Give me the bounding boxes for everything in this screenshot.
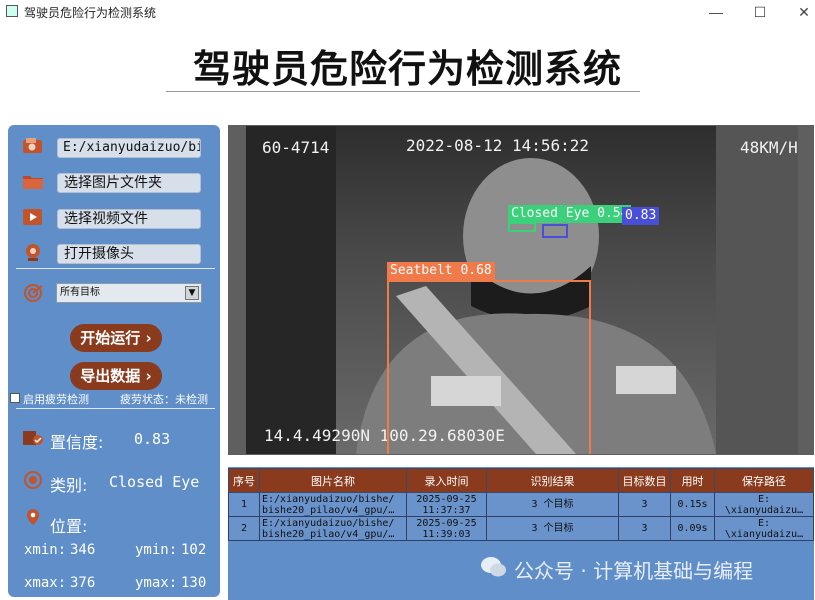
cell-entry-time: 2025-09-25 11:39:03 [406,516,487,541]
export-button[interactable]: 导出数据 › [70,362,162,390]
target-select[interactable]: 所有目标 ▼ [56,283,202,303]
detection-box-eye [542,224,568,238]
minimize-button[interactable]: — [696,1,736,23]
cell-save-path: E: \xianyudaizu… [714,492,814,517]
target-select-value: 所有目标 [60,287,100,298]
confidence-label: 置信度: [50,433,104,452]
table-row[interactable]: 1 E:/xianyudaizuo/bishe/ bishe20_pilao/v… [228,492,814,517]
detection-label-seatbelt: Seatbelt 0.68 [387,262,495,280]
image-file-icon [23,138,42,153]
col-header-result[interactable]: 识别结果 [486,468,619,493]
close-button[interactable]: ✕ [784,1,815,23]
class-label: 类别: [50,476,88,495]
app-icon [6,5,18,17]
path-input[interactable]: E:/xianyudaizuo/bis [57,138,201,158]
open-camera-button[interactable]: 打开摄像头 [57,244,201,264]
camera-icon [26,244,40,261]
maximize-button[interactable]: ☐ [740,1,780,23]
col-header-target-count[interactable]: 目标数目 [618,468,671,493]
folder-icon [23,176,43,189]
cell-target-count: 3 [618,516,671,541]
col-header-duration[interactable]: 用时 [670,468,715,493]
timestamp-text: 2022-08-12 14:56:22 [406,136,590,155]
ymax-label: ymax: [135,575,178,591]
xmin-value: 346 [70,542,96,558]
col-header-image-name[interactable]: 图片名称 [259,468,407,493]
run-button[interactable]: 开始运行 › [70,324,162,352]
select-folder-button[interactable]: 选择图片文件夹 [57,173,201,193]
class-value: Closed Eye [109,473,200,491]
detection-label-eye: 0.83 [622,207,660,225]
cell-image-name: E:/xianyudaizuo/bishe/ bishe20_pilao/v4_… [259,516,407,541]
panel-divider [16,408,215,409]
xmin-label: xmin: [24,542,67,558]
panel-divider [16,268,215,269]
ymin-label: ymin: [135,542,178,558]
target-icon [24,284,43,302]
table-header-row: 序号 图片名称 录入时间 识别结果 目标数目 用时 保存路径 [228,468,814,493]
fatigue-checkbox[interactable] [10,393,20,403]
cell-index: 2 [228,516,260,541]
speed-text: 48KM/H [740,138,798,157]
cell-result: 3 个目标 [486,516,619,541]
plate-text: 60-4714 [262,138,330,157]
cell-duration: 0.09s [670,516,715,541]
cell-target-count: 3 [618,492,671,517]
camera-frame: 60-4714 2022-08-12 14:56:22 48KM/H 14.4.… [246,126,798,454]
video-file-icon [23,209,42,225]
fatigue-status: 疲劳状态：未检测 [120,393,208,406]
select-video-button[interactable]: 选择视频文件 [57,209,201,229]
detection-box-closed-eye [508,222,536,232]
detection-label-closed-eye: Closed Eye 0.54 [508,205,632,223]
ymin-value: 102 [181,542,207,558]
table-row[interactable]: 2 E:/xianyudaizuo/bishe/ bishe20_pilao/v… [228,516,814,541]
confidence-value: 0.83 [134,430,171,448]
cell-save-path: E: \xianyudaizu… [714,516,814,541]
ymax-value: 130 [181,575,207,591]
page-title: 驾驶员危险行为检测系统 [192,47,622,91]
window-title: 驾驶员危险行为检测系统 [24,6,157,20]
col-header-save-path[interactable]: 保存路径 [714,468,814,493]
confidence-icon [23,431,43,445]
location-pin-icon [27,509,39,525]
col-header-entry-time[interactable]: 录入时间 [406,468,487,493]
class-icon [24,471,42,489]
wechat-icon [481,557,506,577]
watermark-text: 公众号 · 计算机基础与编程 [514,559,754,583]
fatigue-checkbox-label[interactable]: 启用疲劳检测 [23,391,89,407]
col-header-index[interactable]: 序号 [228,468,260,493]
cell-duration: 0.15s [670,492,715,517]
control-panel [8,125,220,597]
position-label: 位置: [50,517,88,536]
results-table: 序号 图片名称 录入时间 识别结果 目标数目 用时 保存路径 1 E:/xian… [228,468,814,541]
title-divider [166,91,640,92]
cell-index: 1 [228,492,260,517]
window-titlebar: 驾驶员危险行为检测系统 — ☐ ✕ [0,0,815,24]
cell-result: 3 个目标 [486,492,619,517]
cell-entry-time: 2025-09-25 11:37:37 [406,492,487,517]
detection-box-seatbelt [387,280,591,454]
xmax-label: xmax: [24,575,67,591]
cell-image-name: E:/xianyudaizuo/bishe/ bishe20_pilao/v4_… [259,492,407,517]
chevron-down-icon[interactable]: ▼ [185,286,199,300]
xmax-value: 376 [70,575,96,591]
